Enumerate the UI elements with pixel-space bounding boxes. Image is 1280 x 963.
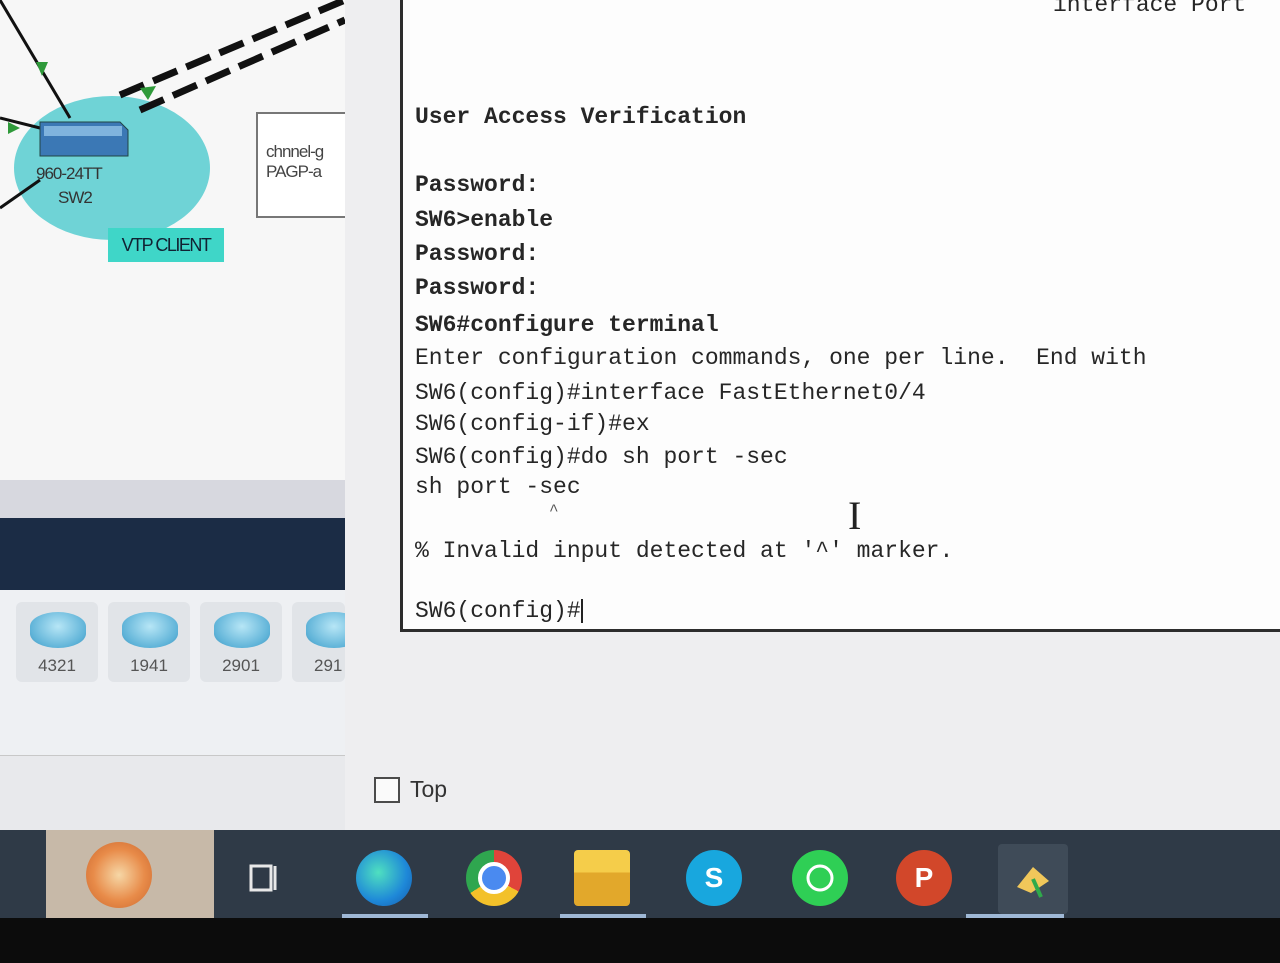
etherchannel-link	[138, 16, 345, 114]
cli-line: sh port -sec	[415, 474, 581, 500]
start-icon	[86, 842, 152, 908]
router-icon	[306, 612, 345, 648]
note-line: chnnel-g	[266, 142, 324, 161]
switch-name-label: SW2	[58, 188, 93, 207]
edge-icon[interactable]	[356, 850, 412, 906]
link-status-arrow	[140, 86, 156, 100]
cli-line: Password:	[415, 275, 540, 301]
cli-line: Password:	[415, 241, 540, 267]
cli-line: Enter configuration commands, one per li…	[415, 345, 1147, 371]
switch-icon-top	[44, 126, 122, 136]
device-label: 1941	[130, 656, 168, 675]
switch-model-label: 960-24TT	[36, 164, 103, 183]
skype-icon[interactable]: S	[686, 850, 742, 906]
cli-prompt: SW6(config)#	[415, 598, 581, 624]
cli-caret-marker: ^	[549, 502, 559, 520]
screen-bezel	[0, 918, 1280, 963]
link-status-arrow	[36, 62, 48, 76]
note-line: PAGP-a	[266, 162, 322, 181]
cli-prompt-line: SW6(config)#	[415, 598, 583, 624]
top-option[interactable]: Top	[374, 776, 447, 803]
router-icon	[122, 612, 178, 648]
workspace-scroll-strip	[0, 480, 345, 522]
cli-line: Password:	[415, 172, 540, 198]
device-label: 4321	[38, 656, 76, 675]
cli-cutoff-line: interface Port	[1053, 0, 1247, 18]
device-label: 2901	[222, 656, 260, 675]
cli-terminal[interactable]: interface Port User Access Verification …	[400, 0, 1280, 632]
file-explorer-icon[interactable]	[574, 850, 630, 906]
top-checkbox[interactable]	[374, 776, 400, 803]
router-icon	[214, 612, 270, 648]
router-icon	[30, 612, 86, 648]
i-beam-cursor-icon: I	[848, 493, 862, 538]
note-box[interactable]: chnnel-g PAGP-a	[256, 112, 345, 218]
packet-tracer-icon[interactable]	[998, 844, 1068, 914]
link-line	[0, 116, 41, 130]
device-tile-4321[interactable]: 4321	[16, 602, 98, 682]
device-label: 291	[314, 656, 343, 675]
text-cursor	[580, 598, 583, 623]
chrome-icon[interactable]	[466, 850, 522, 906]
device-tile-291[interactable]: 291	[292, 602, 345, 682]
link-line	[0, 0, 72, 119]
vtp-client-label[interactable]: VTP CLIENT	[108, 228, 224, 262]
topology-workspace[interactable]: 960-24TT SW2 chnnel-g PAGP-a VTP CLIENT	[0, 0, 345, 518]
device-tile-1941[interactable]: 1941	[108, 602, 190, 682]
device-detail-panel	[0, 755, 345, 831]
taskbar: S P	[0, 830, 1280, 918]
task-view-icon[interactable]	[240, 850, 290, 906]
cli-error-line: % Invalid input detected at '^' marker.	[415, 538, 954, 564]
cli-line: SW6(config)#do sh port -sec	[415, 444, 788, 470]
device-type-bar	[0, 518, 345, 590]
etherchannel-link	[118, 0, 345, 99]
cli-line: SW6(config-if)#ex	[415, 411, 650, 437]
start-button[interactable]	[46, 830, 214, 918]
cli-line: User Access Verification	[415, 104, 747, 130]
cli-line: SW6#configure terminal	[415, 312, 719, 338]
cli-line: SW6(config)#interface FastEthernet0/4	[415, 380, 926, 406]
powerpoint-icon[interactable]: P	[896, 850, 952, 906]
cli-line: SW6>enable	[415, 207, 554, 233]
whatsapp-icon[interactable]	[792, 850, 848, 906]
top-checkbox-label: Top	[410, 776, 448, 802]
device-tile-2901[interactable]: 2901	[200, 602, 282, 682]
